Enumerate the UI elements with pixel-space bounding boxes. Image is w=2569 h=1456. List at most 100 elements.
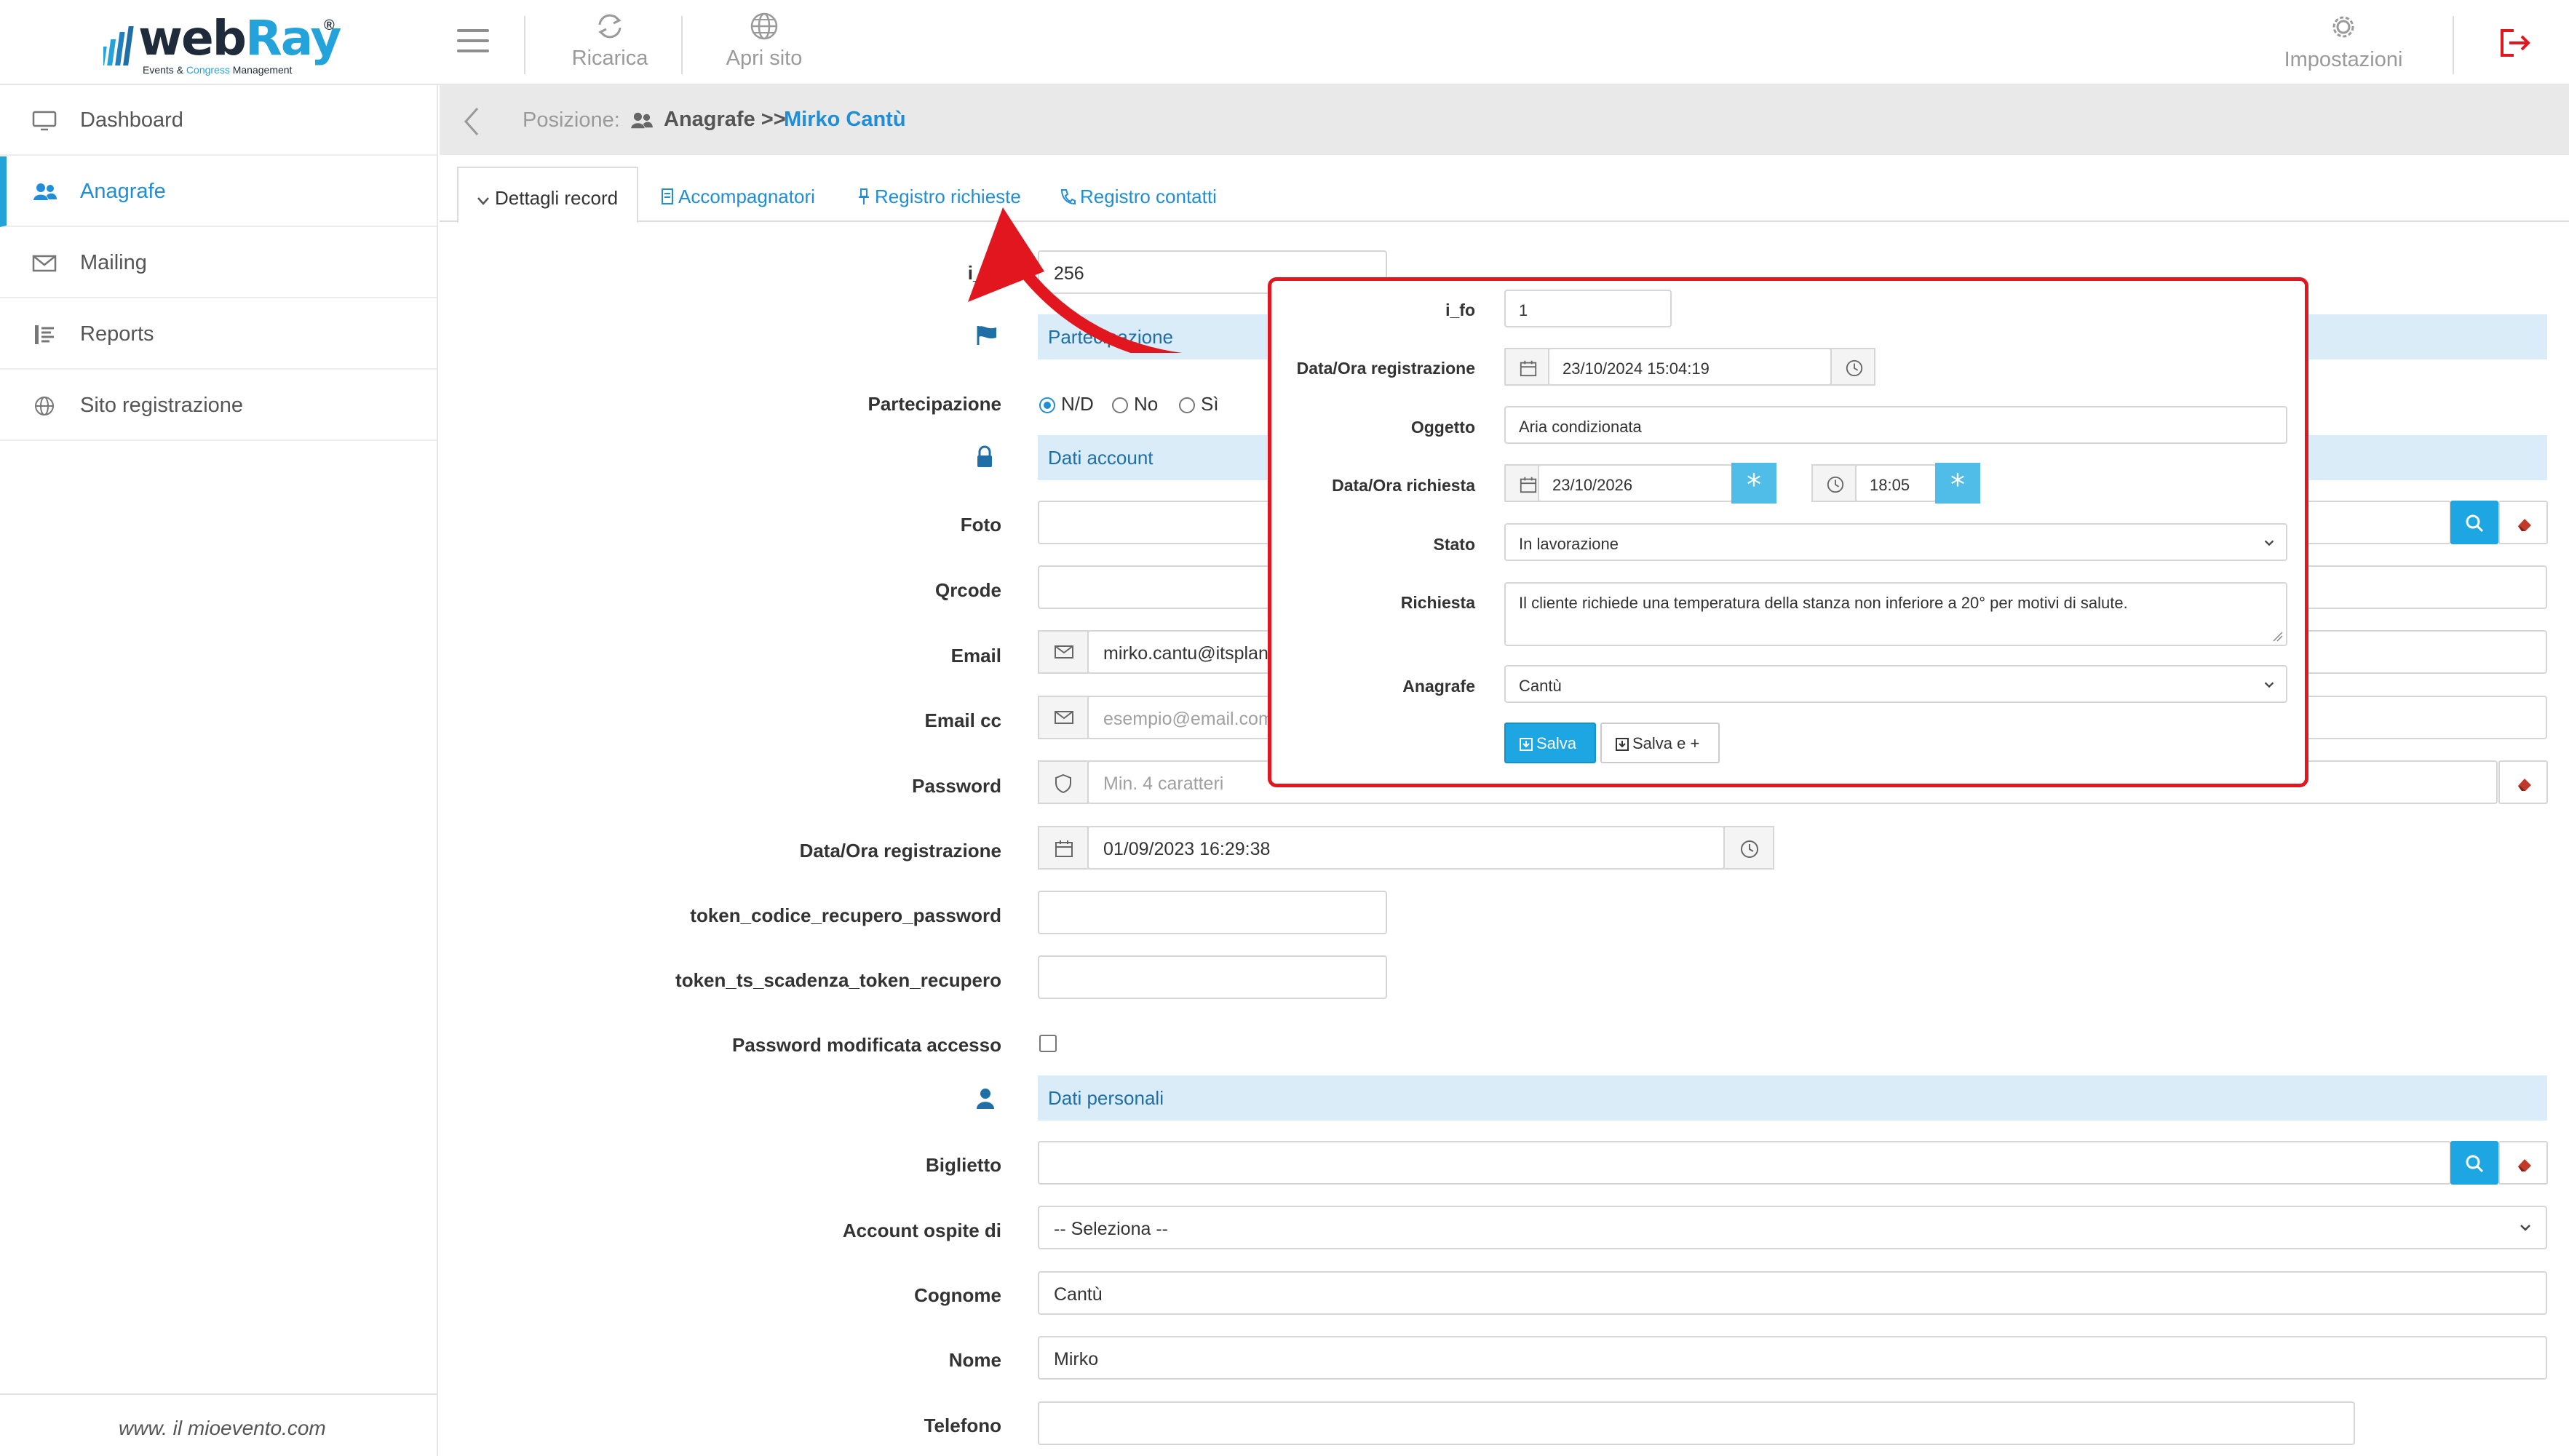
users-icon: [33, 183, 57, 200]
popup-status-selected: In lavorazione: [1519, 535, 1619, 553]
menu-toggle-icon[interactable]: [457, 29, 489, 55]
popup-save-and-new-button[interactable]: Salva e +: [1600, 723, 1720, 763]
top-bar: webRay ® Events & Congress Management Ri…: [0, 0, 2569, 85]
globe-icon: [35, 397, 54, 415]
calendar-icon: [1055, 840, 1073, 857]
phone-input[interactable]: [1038, 1401, 2355, 1445]
password-label: Password: [912, 775, 1001, 797]
radio-nd[interactable]: N/D: [1039, 393, 1094, 415]
name-label: Nome: [948, 1349, 1001, 1371]
open-site-button[interactable]: Apri sito: [720, 12, 808, 71]
token-code-label: token_codice_recupero_password: [690, 904, 1001, 926]
popup-regdate-calendar-addon[interactable]: [1504, 348, 1549, 386]
email-addon: [1038, 630, 1089, 674]
logo-tagline: Events & Congress Management: [143, 64, 293, 76]
popup-save-button[interactable]: Salva: [1504, 723, 1596, 763]
user-icon: [977, 1089, 994, 1109]
popup-subject-label: Oggetto: [1410, 418, 1475, 437]
toolbar-divider: [2453, 16, 2454, 74]
sidebar-item-anagrafe[interactable]: Anagrafe: [0, 156, 437, 227]
tab-dettagli-record[interactable]: Dettagli record: [457, 167, 639, 223]
sidebar-item-dashboard[interactable]: Dashboard: [0, 85, 437, 156]
radio-unselected-icon: [1112, 397, 1128, 413]
participation-label: Partecipazione: [867, 393, 1001, 415]
webray-logo[interactable]: webRay ® Events & Congress Management: [102, 13, 342, 76]
open-site-label: Apri sito: [726, 47, 803, 70]
popup-regdate-input[interactable]: 23/10/2024 15:04:19: [1548, 348, 1832, 386]
globe-icon: [750, 12, 778, 40]
regdate-calendar-addon[interactable]: [1038, 826, 1089, 870]
foto-search-button[interactable]: [2450, 501, 2498, 544]
breadcrumb-section[interactable]: Anagrafe >>: [664, 108, 786, 132]
ticket-clear-button[interactable]: [2498, 1141, 2548, 1185]
popup-id-field[interactable]: 1: [1504, 290, 1672, 327]
token-ts-field[interactable]: [1038, 955, 1387, 999]
popup-reqtime-now-button[interactable]: *: [1935, 463, 1980, 504]
popup-reqtime-input[interactable]: 18:05: [1855, 464, 1937, 502]
password-clear-button[interactable]: [2498, 760, 2548, 804]
calendar-icon: [1520, 360, 1537, 377]
refresh-icon: [598, 14, 622, 39]
popup-reqdate-now-button[interactable]: *: [1731, 463, 1776, 504]
guest-of-select[interactable]: -- Seleziona --: [1038, 1206, 2547, 1249]
sidebar: Dashboard Anagrafe Mailing Reports Sito …: [0, 85, 438, 1456]
radio-no[interactable]: No: [1112, 393, 1158, 415]
popup-registry-select[interactable]: Cantù: [1504, 665, 2287, 703]
footer-site-link[interactable]: www. il mioevento.com: [119, 1417, 326, 1440]
reload-button[interactable]: Ricarica: [565, 12, 655, 71]
asterisk-icon: *: [1747, 469, 1761, 502]
toolbar-divider: [524, 16, 525, 74]
envelope-icon: [1055, 645, 1073, 659]
radio-si[interactable]: Sì: [1179, 393, 1219, 415]
name-input[interactable]: Mirko: [1038, 1336, 2547, 1380]
popup-subject-input[interactable]: Aria condizionata: [1504, 406, 2287, 444]
popup-request-label: Richiesta: [1400, 593, 1475, 612]
back-chevron-icon[interactable]: [461, 106, 482, 138]
chevron-down-icon: [2520, 1225, 2530, 1231]
settings-button[interactable]: Impostazioni: [2278, 12, 2409, 72]
password-changed-checkbox[interactable]: [1039, 1035, 1057, 1052]
clock-icon: [1741, 840, 1758, 858]
token-ts-label: token_ts_scadenza_token_recupero: [675, 969, 1001, 991]
popup-status-select[interactable]: In lavorazione: [1504, 523, 2287, 561]
eraser-icon: [2518, 1159, 2531, 1171]
popup-reqtime-clock-addon[interactable]: [1811, 464, 1857, 502]
sidebar-item-label: Anagrafe: [80, 180, 166, 203]
resize-handle-icon[interactable]: [2271, 630, 2283, 642]
logout-icon[interactable]: [2498, 28, 2533, 58]
popup-reqdate-input[interactable]: 23/10/2026: [1538, 464, 1733, 502]
surname-input[interactable]: Cantù: [1038, 1271, 2547, 1315]
shield-icon: [1055, 773, 1071, 794]
foto-clear-button[interactable]: [2498, 501, 2548, 544]
reload-label: Ricarica: [571, 47, 648, 70]
sidebar-item-label: Mailing: [80, 251, 147, 274]
radio-unselected-icon: [1179, 397, 1195, 413]
email-cc-label: Email cc: [924, 709, 1001, 731]
sidebar-item-mailing[interactable]: Mailing: [0, 228, 437, 298]
search-icon: [2466, 514, 2484, 533]
eraser-icon: [2518, 519, 2531, 531]
popup-regdate-clock-addon[interactable]: [1830, 348, 1875, 386]
clock-icon: [1846, 359, 1863, 377]
regdate-input[interactable]: 01/09/2023 16:29:38: [1087, 826, 1725, 870]
tab-accompagnatori[interactable]: Accompagnatori: [661, 167, 815, 223]
guest-of-label: Account ospite di: [842, 1220, 1001, 1241]
phone-label: Telefono: [924, 1415, 1001, 1436]
monitor-icon: [32, 111, 57, 131]
ticket-field[interactable]: [1038, 1141, 2451, 1185]
popup-request-textarea[interactable]: Il cliente richiede una temperatura dell…: [1504, 582, 2287, 646]
ticket-search-button[interactable]: [2450, 1141, 2498, 1185]
chevron-down-icon: [2264, 682, 2274, 688]
sidebar-item-reports[interactable]: Reports: [0, 299, 437, 370]
sidebar-item-sito-registrazione[interactable]: Sito registrazione: [0, 370, 437, 441]
token-code-field[interactable]: [1038, 891, 1387, 934]
section-dati-personali: Dati personali: [1038, 1075, 2547, 1121]
foto-label: Foto: [960, 514, 1001, 536]
popup-reqdate-label: Data/Ora richiesta: [1332, 476, 1475, 495]
popup-regdate-label: Data/Ora registrazione: [1296, 359, 1475, 378]
popup-status-label: Stato: [1433, 535, 1476, 554]
mail-icon: [32, 255, 57, 272]
save-icon: [1520, 738, 1533, 751]
logo-bars-icon: [103, 26, 134, 65]
regdate-clock-addon[interactable]: [1723, 826, 1774, 870]
